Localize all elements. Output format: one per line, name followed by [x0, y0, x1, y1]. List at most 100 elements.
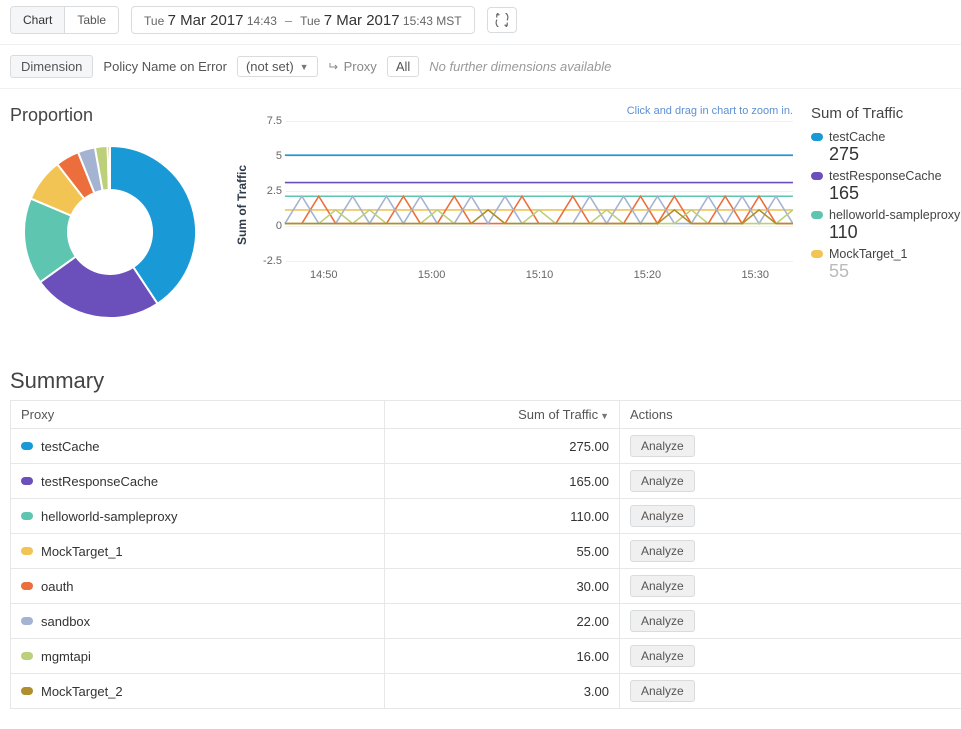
- series-line[interactable]: [285, 210, 793, 224]
- dimension-label: Dimension: [10, 55, 93, 78]
- legend-item[interactable]: MockTarget_1 55: [811, 247, 961, 282]
- top-toolbar: Chart Table Tue 7 Mar 2017 14:43 – Tue 7…: [10, 6, 961, 34]
- legend-value: 165: [829, 183, 961, 204]
- dimension-value-dropdown[interactable]: (not set) ▼: [237, 56, 318, 77]
- cell-sum: 55.00: [384, 534, 619, 569]
- x-tick: 15:30: [741, 269, 769, 281]
- dimension-row: Dimension Policy Name on Error (not set)…: [10, 55, 961, 78]
- cell-proxy: sandbox: [11, 604, 385, 639]
- legend-chip: [811, 133, 823, 141]
- proxy-name: sandbox: [41, 614, 90, 629]
- cell-actions: Analyze: [620, 429, 961, 464]
- line-chart[interactable]: Sum of Traffic 14:5015:0015:1015:2015:30…: [238, 121, 793, 289]
- view-toggle: Chart Table: [10, 6, 119, 34]
- cell-proxy: MockTarget_1: [11, 534, 385, 569]
- dimension-name: Policy Name on Error: [103, 59, 227, 74]
- cell-actions: Analyze: [620, 674, 961, 709]
- x-tick: 15:00: [418, 269, 446, 281]
- view-chart-button[interactable]: Chart: [11, 7, 64, 33]
- dimension-selected: (not set): [246, 59, 294, 74]
- proxy-name: MockTarget_1: [41, 544, 123, 559]
- table-row: MockTarget_2 3.00 Analyze: [11, 674, 961, 709]
- dimension-next[interactable]: Proxy: [344, 59, 377, 74]
- y-tick: 0: [238, 220, 282, 232]
- cell-actions: Analyze: [620, 534, 961, 569]
- cell-sum: 16.00: [384, 639, 619, 674]
- proportion-title: Proportion: [10, 105, 220, 126]
- view-table-button[interactable]: Table: [64, 7, 118, 33]
- summary-section: Summary Proxy Sum of Traffic▼ Actions te…: [10, 368, 961, 709]
- cell-sum: 30.00: [384, 569, 619, 604]
- x-axis-ticks: 14:50 15:00 15:10 15:20 15:30: [286, 269, 793, 281]
- line-chart-panel: Click and drag in chart to zoom in. Sum …: [238, 105, 793, 332]
- proxy-name: oauth: [41, 579, 74, 594]
- cell-actions: Analyze: [620, 464, 961, 499]
- table-row: mgmtapi 16.00 Analyze: [11, 639, 961, 674]
- proportion-panel: Proportion: [10, 105, 220, 332]
- legend-item[interactable]: testResponseCache 165: [811, 169, 961, 204]
- analyze-button[interactable]: Analyze: [630, 470, 695, 492]
- breadcrumb-separator: Proxy: [328, 59, 377, 74]
- summary-header-row: Proxy Sum of Traffic▼ Actions: [11, 401, 961, 429]
- cell-actions: Analyze: [620, 639, 961, 674]
- divider: [0, 44, 961, 45]
- cell-actions: Analyze: [620, 569, 961, 604]
- cell-actions: Analyze: [620, 499, 961, 534]
- cell-proxy: mgmtapi: [11, 639, 385, 674]
- cell-sum: 22.00: [384, 604, 619, 639]
- table-row: testCache 275.00 Analyze: [11, 429, 961, 464]
- charts-row: Proportion Click and drag in chart to zo…: [10, 105, 961, 332]
- cell-proxy: testCache: [11, 429, 385, 464]
- row-chip: [21, 512, 33, 520]
- summary-title: Summary: [10, 368, 961, 394]
- legend-name: testResponseCache: [829, 169, 942, 183]
- donut-chart[interactable]: [10, 132, 210, 332]
- col-proxy[interactable]: Proxy: [11, 401, 385, 429]
- table-row: oauth 30.00 Analyze: [11, 569, 961, 604]
- analyze-button[interactable]: Analyze: [630, 435, 695, 457]
- cell-sum: 275.00: [384, 429, 619, 464]
- legend-chip: [811, 172, 823, 180]
- x-tick: 15:20: [634, 269, 662, 281]
- row-chip: [21, 652, 33, 660]
- analyze-button[interactable]: Analyze: [630, 610, 695, 632]
- row-chip: [21, 442, 33, 450]
- analyze-button[interactable]: Analyze: [630, 575, 695, 597]
- legend-item[interactable]: testCache 275: [811, 130, 961, 165]
- donut-slice[interactable]: [108, 146, 110, 190]
- cell-sum: 3.00: [384, 674, 619, 709]
- proxy-name: mgmtapi: [41, 649, 91, 664]
- legend-name: testCache: [829, 130, 885, 144]
- table-row: MockTarget_1 55.00 Analyze: [11, 534, 961, 569]
- analyze-button[interactable]: Analyze: [630, 505, 695, 527]
- analyze-button[interactable]: Analyze: [630, 540, 695, 562]
- summary-table: Proxy Sum of Traffic▼ Actions testCache …: [10, 400, 961, 709]
- proxy-name: helloworld-sampleproxy: [41, 509, 178, 524]
- legend-name: helloworld-sampleproxy: [829, 208, 960, 222]
- refresh-button[interactable]: [487, 7, 517, 33]
- col-sum[interactable]: Sum of Traffic▼: [384, 401, 619, 429]
- legend-title: Sum of Traffic: [811, 105, 961, 122]
- legend-value: 55: [829, 261, 961, 282]
- x-tick: 15:10: [526, 269, 554, 281]
- col-actions: Actions: [620, 401, 961, 429]
- zoom-hint: Click and drag in chart to zoom in.: [238, 105, 793, 117]
- table-row: helloworld-sampleproxy 110.00 Analyze: [11, 499, 961, 534]
- y-tick: 2.5: [238, 185, 282, 197]
- legend-value: 110: [829, 222, 961, 243]
- arrow-turn-icon: [328, 61, 340, 73]
- refresh-icon: [495, 13, 509, 27]
- table-row: sandbox 22.00 Analyze: [11, 604, 961, 639]
- legend-item[interactable]: helloworld-sampleproxy 110: [811, 208, 961, 243]
- dimension-none-msg: No further dimensions available: [429, 59, 611, 74]
- analyze-button[interactable]: Analyze: [630, 645, 695, 667]
- x-tick: 14:50: [310, 269, 338, 281]
- cell-proxy: testResponseCache: [11, 464, 385, 499]
- cell-sum: 165.00: [384, 464, 619, 499]
- analyze-button[interactable]: Analyze: [630, 680, 695, 702]
- time-range-picker[interactable]: Tue 7 Mar 2017 14:43 – Tue 7 Mar 2017 15…: [131, 6, 475, 34]
- legend-name: MockTarget_1: [829, 247, 908, 261]
- dimension-all[interactable]: All: [387, 56, 419, 77]
- sort-desc-icon: ▼: [600, 411, 609, 421]
- row-chip: [21, 547, 33, 555]
